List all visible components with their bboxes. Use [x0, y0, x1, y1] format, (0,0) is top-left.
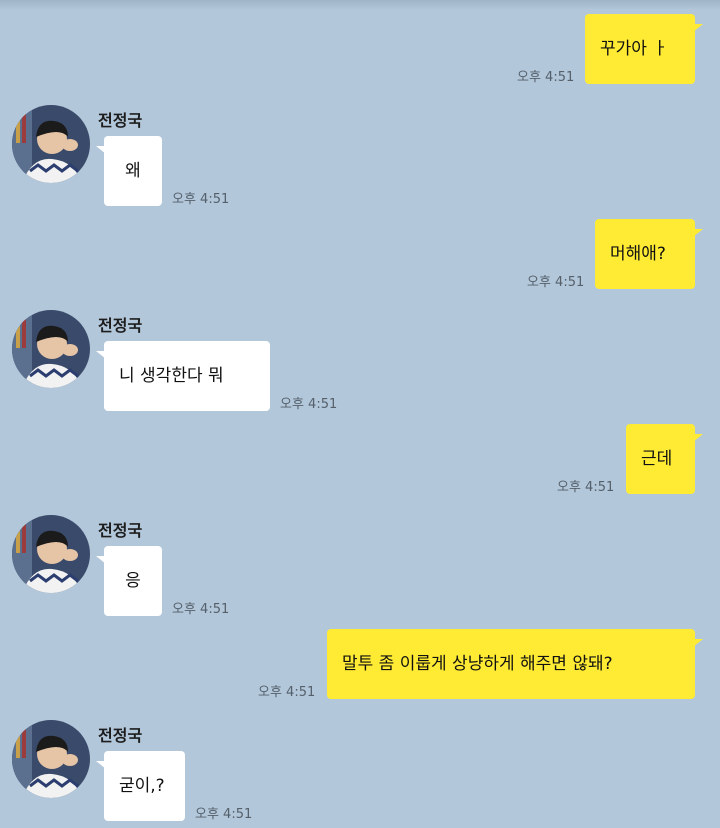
- their-message-bubble[interactable]: 응: [96, 546, 162, 616]
- my-message-bubble[interactable]: 머해애?: [595, 219, 703, 289]
- avatar-image: [12, 515, 90, 593]
- my-message-bubble[interactable]: 꾸가아 ㅏ: [585, 14, 703, 84]
- my-message-bubble[interactable]: 근데: [626, 424, 703, 494]
- their-message-bubble[interactable]: 굳이,?: [96, 751, 185, 821]
- message-time: 오후 4:51: [517, 70, 575, 85]
- message-time: 오후 4:51: [172, 192, 230, 207]
- contact-avatar[interactable]: [12, 720, 90, 798]
- message-time: 오후 4:51: [258, 685, 316, 700]
- their-message-bubble[interactable]: 왜: [96, 136, 162, 206]
- message-time: 오후 4:51: [172, 602, 230, 617]
- avatar-image: [12, 105, 90, 183]
- contact-name: 전정국: [98, 111, 143, 130]
- avatar-image: [12, 720, 90, 798]
- message-time: 오후 4:51: [280, 397, 338, 412]
- avatar-image: [12, 310, 90, 388]
- contact-name: 전정국: [98, 316, 143, 335]
- message-time: 오후 4:51: [195, 807, 253, 822]
- my-message-bubble[interactable]: 말투 좀 이룹게 상냥하게 해주면 않돼?: [327, 629, 703, 699]
- contact-name: 전정국: [98, 726, 143, 745]
- contact-name: 전정국: [98, 521, 143, 540]
- their-message-bubble[interactable]: 니 생각한다 뭐: [96, 341, 270, 411]
- contact-avatar[interactable]: [12, 310, 90, 388]
- contact-avatar[interactable]: [12, 515, 90, 593]
- contact-avatar[interactable]: [12, 105, 90, 183]
- message-time: 오후 4:51: [557, 480, 615, 495]
- message-time: 오후 4:51: [527, 275, 585, 290]
- status-strip: [0, 0, 720, 10]
